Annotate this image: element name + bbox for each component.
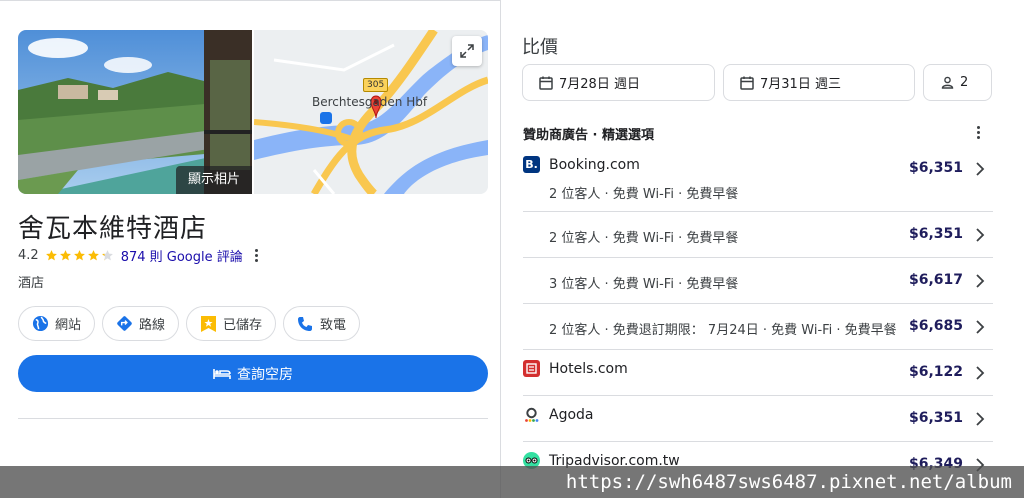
website-label: 網站 [55, 318, 82, 333]
offer-detail: 2 位客人 · 免費退訂期限： 7月24日 · 免費 Wi-Fi · 免費早餐 [549, 323, 897, 338]
provider-name: Hotels.com [549, 360, 628, 377]
chevron-right-icon [976, 228, 985, 242]
offer-divider [523, 211, 993, 212]
star-icon [87, 250, 99, 261]
saved-button[interactable]: 已儲存 [186, 306, 277, 341]
offer-price: $6,351 [908, 226, 963, 242]
more-options-icon[interactable] [254, 249, 258, 262]
hotel-name: 舍瓦本維特酒店 [18, 214, 208, 244]
hotel-panel: 顯示相片 305 Berchtesgaden Hbf 舍瓦本維特酒店 4.2 8… [0, 0, 500, 498]
show-photos-label[interactable]: 顯示相片 [175, 166, 252, 194]
offer-price: $6,351 [908, 160, 963, 176]
chevron-right-icon [976, 274, 985, 288]
guest-count: 2 [960, 75, 969, 90]
calendar-icon [740, 76, 754, 90]
call-label: 致電 [320, 318, 347, 333]
booking-logo-icon: B. [523, 156, 540, 173]
offer-price: $6,351 [908, 410, 963, 426]
directions-label: 路線 [139, 318, 166, 333]
price-compare-panel: 比價 7月28日 週日 7月31日 週三 2 贊助商廣告 · 精選選項 B. B… [500, 0, 1024, 498]
checkout-date: 7月31日 週三 [760, 77, 841, 92]
hotel-photo[interactable]: 顯示相片 [18, 30, 252, 194]
expand-map-button[interactable] [452, 36, 482, 66]
chevron-right-icon [976, 412, 985, 426]
offer-divider [523, 441, 993, 442]
offer-divider [523, 303, 993, 304]
chevron-right-icon [976, 162, 985, 176]
watermark: https://swh6487sws6487.pixnet.net/album [0, 466, 1024, 498]
location-map[interactable]: 305 Berchtesgaden Hbf [254, 30, 488, 194]
directions-button[interactable]: 路線 [102, 306, 180, 341]
star-icon [73, 250, 85, 261]
offer-detail: 3 位客人 · 免費 Wi-Fi · 免費早餐 [549, 277, 739, 292]
guests-button[interactable]: 2 [923, 64, 992, 101]
road-number-label: 305 [363, 78, 389, 92]
agoda-logo-icon [523, 406, 540, 423]
check-availability-button[interactable]: 查詢空房 [18, 355, 488, 392]
bookmark-icon [199, 315, 217, 333]
station-label: Berchtesgaden Hbf [312, 95, 428, 109]
top-divider [0, 0, 500, 1]
hotels-logo-icon [523, 360, 540, 377]
person-icon [941, 76, 954, 89]
action-chips: 網站 路線 已儲存 致電 [18, 306, 361, 341]
website-button[interactable]: 網站 [18, 306, 96, 341]
offer-detail: 2 位客人 · 免費 Wi-Fi · 免費早餐 [549, 231, 739, 246]
call-button[interactable]: 致電 [283, 306, 361, 341]
hotel-page: 顯示相片 305 Berchtesgaden Hbf 舍瓦本維特酒店 4.2 8… [0, 0, 1024, 498]
offer-price: $6,685 [908, 318, 963, 334]
directions-icon [115, 315, 133, 333]
offer-detail: 2 位客人 · 免費 Wi-Fi · 免費早餐 [549, 187, 739, 202]
chevron-right-icon [976, 320, 985, 334]
provider-name: Agoda [549, 406, 594, 423]
offer-price: $6,122 [908, 364, 963, 380]
checkin-date: 7月28日 週日 [559, 77, 640, 92]
rating-value: 4.2 [18, 248, 39, 263]
section-divider [18, 418, 488, 419]
star-icon [59, 250, 71, 261]
saved-label: 已儲存 [223, 318, 263, 333]
bed-icon [213, 368, 231, 380]
reviews-link[interactable]: 874 則 Google 評論 [121, 246, 243, 265]
rating-row: 4.2 874 則 Google 評論 [18, 246, 258, 265]
offer-price: $6,617 [908, 272, 963, 288]
star-rating [45, 249, 115, 262]
phone-icon [296, 315, 314, 333]
provider-booking: B. Booking.com [523, 156, 640, 173]
provider-name: Booking.com [549, 156, 640, 173]
more-options-icon[interactable] [977, 126, 980, 139]
sponsored-heading: 贊助商廣告 · 精選選項 [523, 128, 654, 143]
expand-icon [460, 44, 474, 58]
star-icon [45, 250, 57, 261]
provider-hotels: Hotels.com [523, 360, 628, 377]
provider-agoda: Agoda [523, 406, 594, 423]
compare-title: 比價 [522, 37, 558, 58]
offer-divider [523, 349, 993, 350]
globe-icon [31, 315, 49, 333]
calendar-icon [539, 76, 553, 90]
offer-divider [523, 395, 993, 396]
check-availability-label: 查詢空房 [237, 366, 293, 383]
checkout-date-button[interactable]: 7月31日 週三 [723, 64, 915, 101]
checkin-date-button[interactable]: 7月28日 週日 [522, 64, 715, 101]
chevron-right-icon [976, 366, 985, 380]
star-icon [101, 250, 113, 261]
offer-divider [523, 257, 993, 258]
hotel-category: 酒店 [18, 276, 45, 291]
